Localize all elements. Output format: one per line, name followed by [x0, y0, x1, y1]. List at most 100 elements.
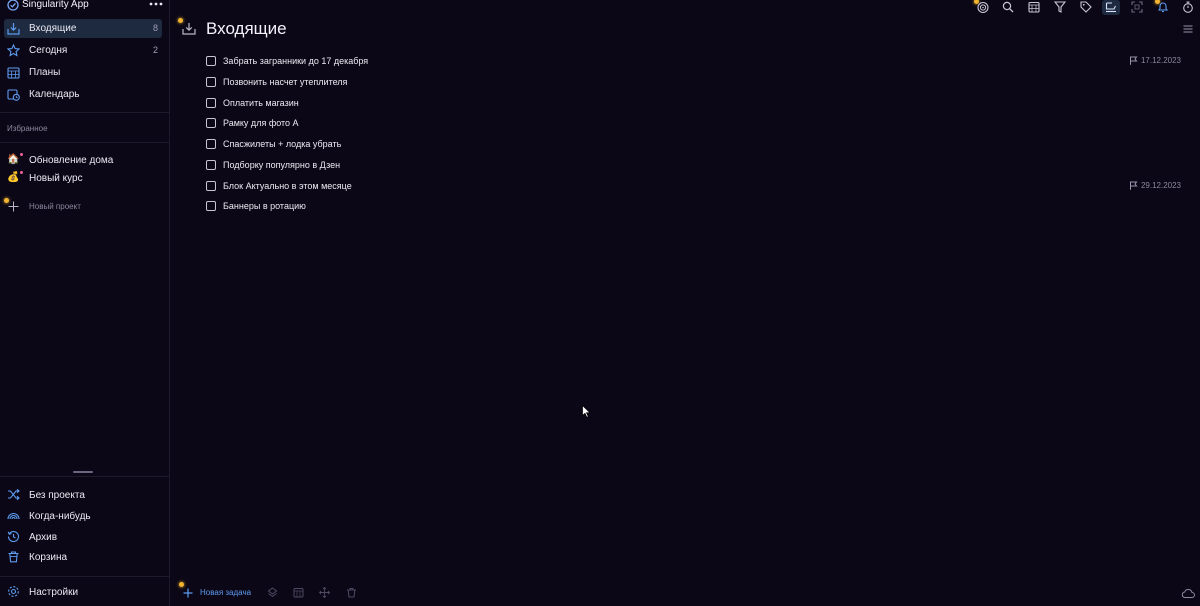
history-icon: [7, 531, 20, 543]
sidebar-item-today[interactable]: Сегодня 2: [4, 41, 162, 60]
favorite-project[interactable]: 🏠 Обновление дома: [4, 153, 162, 169]
fullscreen-button[interactable]: [1128, 0, 1146, 15]
priority-button[interactable]: [267, 587, 279, 599]
task-row[interactable]: Баннеры в ротацию: [206, 199, 1181, 215]
house-icon: 🏠: [7, 154, 20, 165]
flag-icon: [1129, 181, 1138, 190]
sidebar-divider: [0, 576, 170, 577]
flag-icon: [1129, 56, 1138, 65]
task-checkbox[interactable]: [206, 118, 216, 128]
gear-icon: [8, 586, 19, 597]
app-title: Singularity App: [22, 0, 89, 10]
schedule-button[interactable]: [293, 587, 305, 599]
task-checkbox[interactable]: [206, 139, 216, 149]
task-checkbox[interactable]: [206, 160, 216, 170]
task-title: Спасжилеты + лодка убрать: [223, 139, 342, 149]
task-row[interactable]: Оплатить магазин: [206, 96, 1181, 112]
move-arrows-icon: [319, 587, 330, 598]
search-icon: [1002, 1, 1014, 13]
task-checkbox[interactable]: [206, 77, 216, 87]
new-task-button[interactable]: Новая задача: [183, 586, 273, 600]
sidebar-item-someday[interactable]: Когда-нибудь: [4, 507, 162, 525]
task-title: Блок Актуально в этом месяце: [223, 181, 352, 191]
stopwatch-button[interactable]: [1179, 0, 1197, 15]
favorites-heading: Избранное: [7, 124, 48, 133]
task-title: Забрать загранники до 17 декабря: [223, 56, 369, 66]
task-due-date: 29.12.2023: [1129, 181, 1181, 190]
task-row[interactable]: Забрать загранники до 17 декабря 17.12.2…: [206, 54, 1181, 70]
main-panel: Входящие Забрать загранники до 17 декабр…: [171, 0, 1200, 606]
filter-button[interactable]: [1051, 0, 1069, 15]
view-mode-icon: [1105, 2, 1116, 13]
money-bag-icon: 💰: [7, 172, 20, 183]
sidebar-item-archive[interactable]: Архив: [4, 528, 162, 546]
favorite-project[interactable]: 💰 Новый курс: [4, 171, 162, 187]
sidebar-item-label: Настройки: [29, 587, 79, 598]
plus-icon: [183, 588, 193, 598]
sidebar-item-calendar[interactable]: Календарь: [4, 85, 162, 104]
task-row[interactable]: Подборку популярно в Дзен: [206, 158, 1181, 174]
task-checkbox[interactable]: [206, 56, 216, 66]
task-due-date-text: 29.12.2023: [1140, 181, 1181, 190]
trash-icon: [347, 588, 356, 598]
focus-timer-button[interactable]: [974, 0, 992, 15]
bell-icon: [1157, 2, 1169, 13]
focus-timer-icon: [977, 1, 989, 13]
search-button[interactable]: [999, 0, 1017, 15]
new-project-label: Новый проект: [29, 202, 81, 211]
sidebar-item-count: 8: [152, 23, 158, 33]
task-checkbox[interactable]: [206, 98, 216, 108]
sidebar-item-inbox[interactable]: Входящие 8: [4, 19, 162, 38]
task-row[interactable]: Позвонить насчет утеплителя: [206, 75, 1181, 91]
list-options-button[interactable]: [1179, 22, 1197, 37]
view-mode-button[interactable]: [1102, 0, 1120, 15]
task-row[interactable]: Блок Актуально в этом месяце 29.12.2023: [206, 179, 1181, 195]
inbox-icon: [182, 23, 196, 35]
task-title: Рамку для фото А: [223, 118, 299, 128]
sidebar-divider: [0, 112, 170, 113]
task-checkbox[interactable]: [206, 201, 216, 211]
mouse-cursor-icon: [582, 405, 591, 418]
task-due-date-text: 17.12.2023: [1140, 56, 1181, 65]
stopwatch-icon: [1183, 1, 1193, 13]
favorite-project-label: Обновление дома: [29, 155, 114, 166]
task-title: Оплатить магазин: [223, 98, 299, 108]
rainbow-icon: [7, 513, 20, 520]
sidebar-item-trash[interactable]: Корзина: [4, 548, 162, 566]
star-icon: [7, 44, 20, 57]
app-logo-icon: [7, 0, 19, 11]
calendar-clock-icon: [7, 89, 20, 101]
menu-lines-icon: [1183, 25, 1193, 33]
task-row[interactable]: Рамку для фото А: [206, 116, 1181, 132]
favorite-project-label: Новый курс: [29, 173, 83, 184]
sidebar-item-label: Архив: [29, 532, 58, 543]
sidebar-item-plans[interactable]: Планы: [4, 63, 162, 82]
more-icon[interactable]: [148, 0, 164, 10]
inbox-icon: [7, 23, 20, 35]
calendar-icon: [293, 588, 304, 598]
cloud-sync-icon[interactable]: [1181, 587, 1195, 599]
sidebar-item-settings[interactable]: Настройки: [4, 583, 162, 601]
trash-icon: [8, 551, 19, 563]
new-project-button[interactable]: Новый проект: [4, 198, 162, 215]
sidebar-item-no-project[interactable]: Без проекта: [4, 486, 162, 504]
sidebar-resize-handle[interactable]: [73, 471, 93, 473]
task-title: Подборку популярно в Дзен: [223, 160, 341, 170]
sidebar: Singularity App Входящие 8 Сегодня 2 Пла…: [0, 0, 170, 606]
delete-button[interactable]: [346, 587, 358, 599]
layers-icon: [267, 587, 278, 598]
sidebar-item-label: Без проекта: [29, 490, 85, 501]
task-title: Позвонить насчет утеплителя: [223, 77, 348, 87]
notifications-button[interactable]: [1154, 0, 1172, 15]
task-due-date: 17.12.2023: [1129, 56, 1181, 65]
task-row[interactable]: Спасжилеты + лодка убрать: [206, 137, 1181, 153]
sidebar-item-label: Календарь: [29, 89, 80, 100]
tags-button[interactable]: [1077, 0, 1095, 15]
calendar-button[interactable]: [1025, 0, 1043, 15]
task-checkbox[interactable]: [206, 181, 216, 191]
shuffle-icon: [8, 488, 20, 501]
sidebar-item-label: Когда-нибудь: [29, 511, 91, 522]
move-button[interactable]: [319, 587, 331, 599]
calendar-grid-icon: [7, 67, 20, 79]
app-header: Singularity App: [0, 0, 170, 12]
